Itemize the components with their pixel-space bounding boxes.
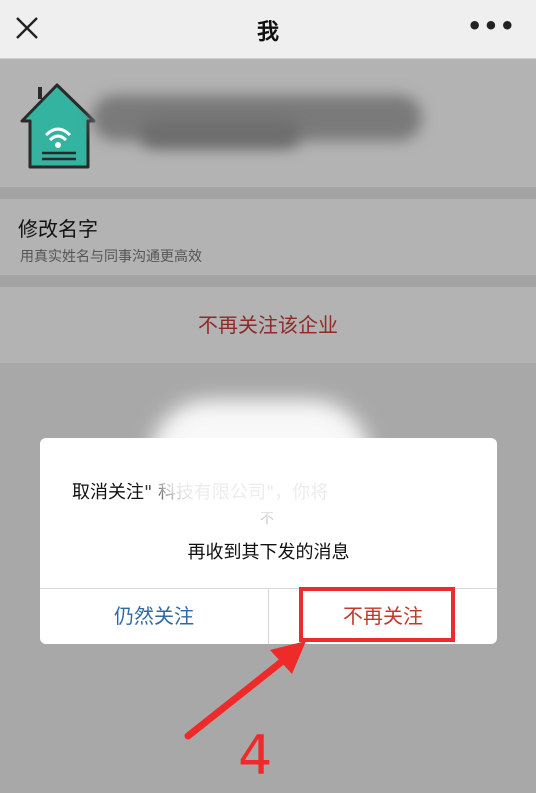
step-number: 4 xyxy=(238,724,273,787)
section-divider xyxy=(0,275,536,287)
redaction-smudge xyxy=(150,400,370,520)
page-title: 我 xyxy=(256,20,279,45)
highlight-box xyxy=(299,587,455,642)
section-divider xyxy=(0,187,536,199)
redacted-name-stroke xyxy=(140,119,300,149)
rename-row[interactable]: 修改名字 用真实姓名与同事沟通更高效 xyxy=(0,199,536,275)
profile-card[interactable] xyxy=(0,59,536,187)
top-nav-bar: 我 ••• xyxy=(0,0,536,59)
dialog-message-continued: 再收到其下发的消息 xyxy=(187,542,350,563)
rename-title: 修改名字 xyxy=(18,217,98,241)
unfollow-enterprise-row[interactable]: 不再关注该企业 xyxy=(0,287,536,363)
rename-subtitle: 用真实姓名与同事沟通更高效 xyxy=(20,249,202,265)
house-wifi-icon xyxy=(18,81,96,171)
keep-following-button[interactable]: 仍然关注 xyxy=(40,589,268,644)
more-options-icon[interactable]: ••• xyxy=(467,12,516,40)
